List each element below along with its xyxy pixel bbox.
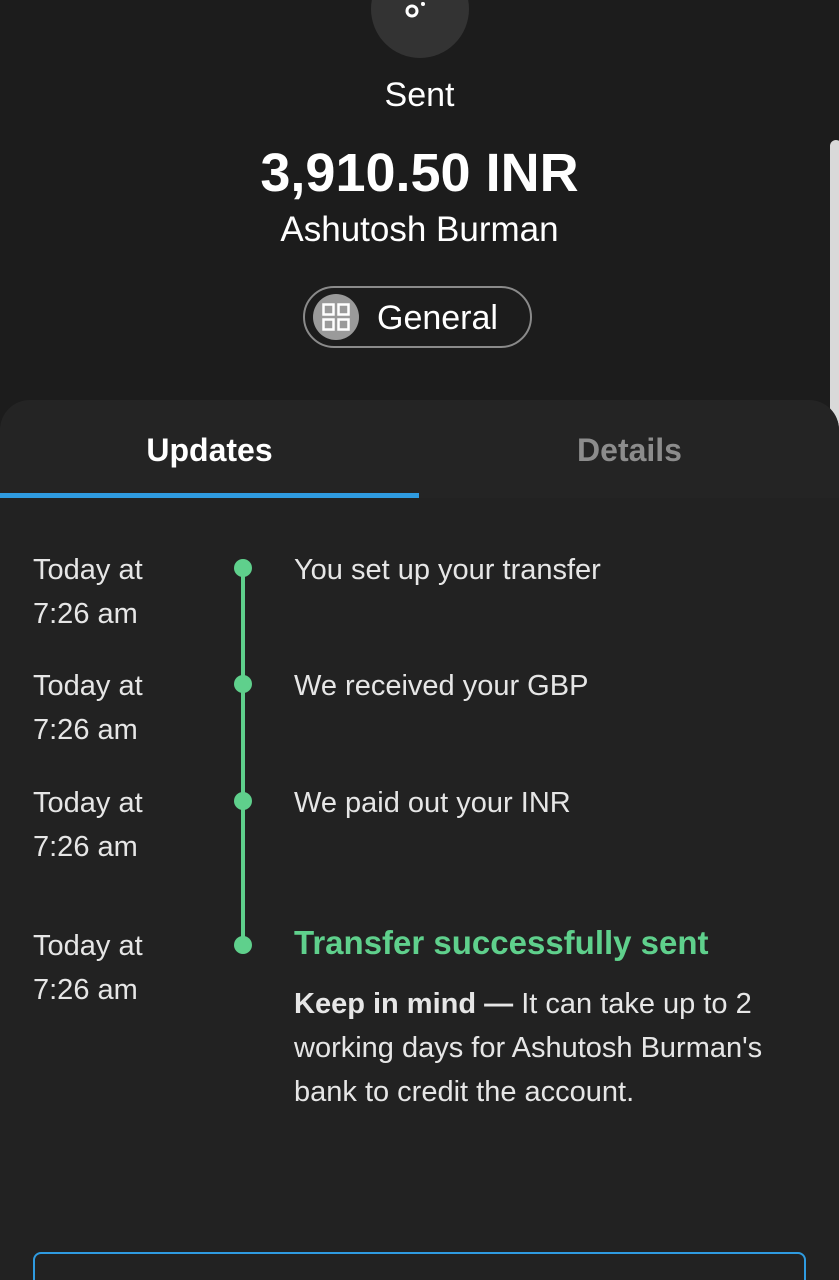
timeline-line [241,568,245,944]
category-label: General [377,299,498,337]
time-date: Today at [33,930,143,962]
timeline-time: Today at 7:26 am [33,548,223,636]
timeline-time: Today at 7:26 am [33,664,223,752]
status-label: Sent [384,76,455,114]
recipient-name: Ashutosh Burman [280,210,559,249]
success-headline: Transfer successfully sent [294,924,709,961]
keep-in-mind-note: Keep in mind — It can take up to 2 worki… [294,982,764,1114]
timeline-time: Today at 7:26 am [33,781,223,869]
note-emphasis: Keep in mind — [294,988,514,1020]
updates-timeline: Today at 7:26 am You set up your transfe… [0,498,839,1258]
timeline-dot [234,559,252,577]
time-date: Today at [33,670,143,702]
tab-details[interactable]: Details [420,400,839,498]
timeline-event-text: We paid out your INR [294,787,571,819]
tab-bar: Updates Details [0,400,839,498]
timeline-event-text: We received your GBP [294,670,589,702]
transfer-amount: 3,910.50 INR [260,143,579,203]
transfer-detail-screen: Sent 3,910.50 INR Ashutosh Burman Genera… [0,0,839,1280]
time-clock: 7:26 am [33,831,138,863]
action-button[interactable] [33,1252,806,1280]
timeline-time: Today at 7:26 am [33,924,223,1012]
send-arrow-icon [371,0,469,58]
transfer-header: Sent 3,910.50 INR Ashutosh Burman Genera… [0,0,839,470]
timeline-dot [234,936,252,954]
category-chip[interactable]: General [303,286,532,348]
tab-updates[interactable]: Updates [0,400,419,498]
timeline-event-text: You set up your transfer [294,554,601,586]
timeline-dot [234,792,252,810]
time-date: Today at [33,787,143,819]
time-clock: 7:26 am [33,974,138,1006]
time-clock: 7:26 am [33,598,138,630]
grid-icon [313,294,359,340]
time-date: Today at [33,554,143,586]
transfer-panel: Updates Details Today at 7:26 am You set… [0,400,839,1280]
time-clock: 7:26 am [33,714,138,746]
timeline-dot [234,675,252,693]
